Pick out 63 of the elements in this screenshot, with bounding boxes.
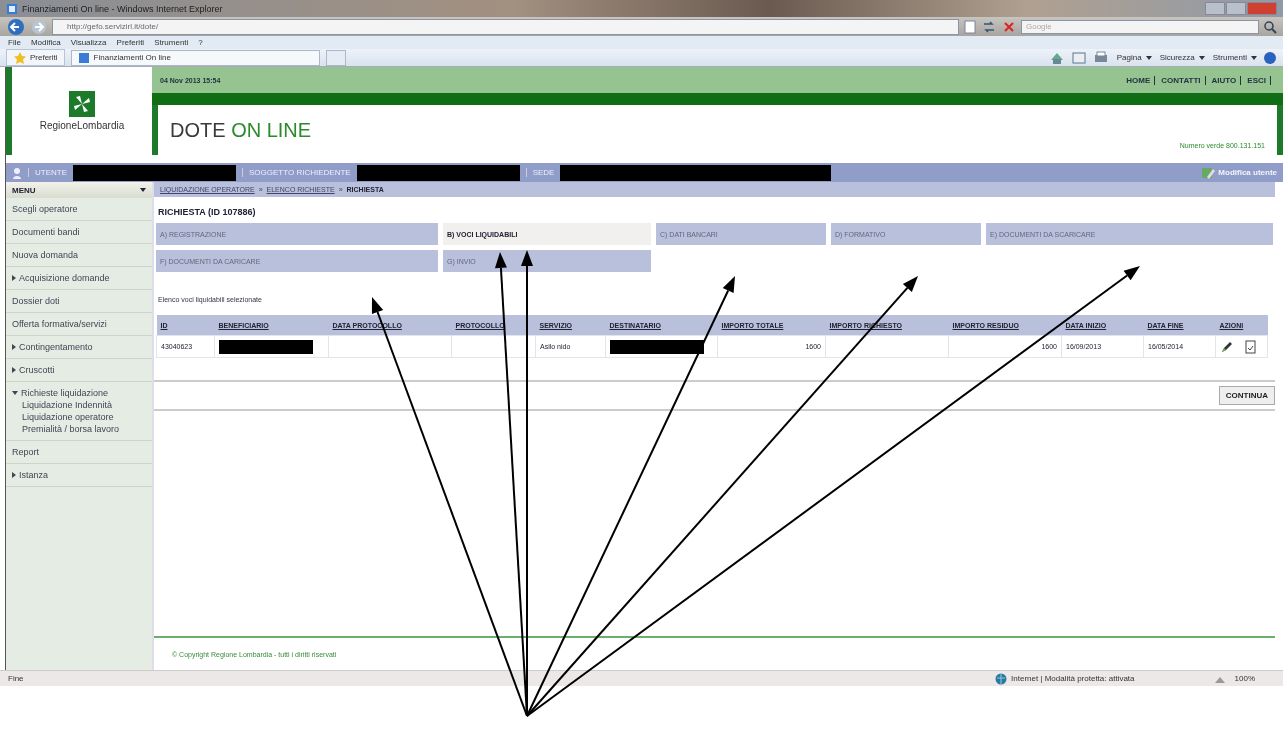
header-link[interactable]: AIUTO (1207, 75, 1242, 85)
star-icon (13, 50, 27, 65)
command-menu[interactable]: Sicurezza (1157, 53, 1197, 62)
edit-user-icon (1201, 165, 1216, 180)
app-title: DOTE ON LINE (170, 118, 312, 142)
ie-icon (6, 2, 18, 15)
pencil-icon[interactable] (1220, 339, 1234, 354)
menu-item[interactable]: Strumenti (154, 38, 189, 47)
caret-icon (1251, 55, 1257, 60)
new-tab-button[interactable] (325, 49, 346, 66)
caret-icon (1198, 55, 1205, 60)
menu-item[interactable]: Istanza (12, 470, 146, 480)
caret-icon (140, 188, 146, 192)
menu-item[interactable]: Nuova domanda (12, 250, 146, 260)
menu-item[interactable]: Richieste liquidazione (12, 388, 146, 398)
menu-item[interactable]: File (8, 38, 21, 47)
caret-icon (1145, 55, 1152, 60)
menu-header[interactable]: MENU (6, 182, 152, 198)
window-title: Finanziamenti On line - Windows Internet Explorer (22, 3, 223, 14)
field-label: SEDE (525, 168, 555, 177)
menu-item[interactable]: Modifica (30, 38, 61, 47)
forward-icon[interactable] (30, 17, 48, 36)
submenu-item[interactable]: Liquidazione Indennità (12, 398, 146, 410)
header-link[interactable]: ESCI (1243, 75, 1271, 85)
refresh-icon[interactable] (981, 18, 997, 35)
field-label: SOGGETTO RICHIEDENTE (242, 168, 351, 177)
zoom-level[interactable]: 100% (1234, 674, 1255, 683)
menu-item[interactable]: Documenti bandi (12, 227, 146, 237)
submenu-item[interactable]: Premialità / borsa lavoro (12, 422, 146, 434)
maximize-button[interactable] (1226, 2, 1246, 15)
document-icon[interactable] (1244, 339, 1257, 354)
menu-item[interactable]: ? (198, 38, 203, 47)
menu-item[interactable]: Visualizza (70, 38, 107, 47)
menu-item[interactable]: Offerta formativa/servizi (12, 319, 146, 329)
submenu-item[interactable]: Liquidazione operatore (12, 410, 146, 422)
header-link[interactable]: HOME (1122, 75, 1156, 85)
search-field[interactable]: Google (1021, 19, 1259, 34)
menu-item[interactable]: Cruscotti (12, 365, 146, 375)
security-zone[interactable]: Internet | Modalità protetta: attivata (995, 672, 1135, 685)
menu-item[interactable]: Scegli operatore (12, 204, 146, 214)
status-text: Fine (8, 674, 24, 683)
favorites-button[interactable]: Preferiti (6, 49, 65, 66)
logo-icon (69, 91, 95, 117)
menu-item[interactable]: Report (12, 447, 146, 457)
search-icon[interactable] (1263, 19, 1277, 34)
menu-item[interactable]: Preferiti (116, 38, 145, 47)
field-label: UTENTE (28, 168, 67, 177)
globe-icon (995, 672, 1008, 685)
back-icon[interactable] (6, 17, 26, 36)
browser-tab[interactable]: Finanziamenti On line (70, 49, 320, 66)
page-title: RICHIESTA (ID 107886) (157, 206, 257, 219)
command-menu[interactable]: Strumenti (1210, 53, 1249, 62)
page-icon (77, 51, 90, 64)
logo-text: RegioneLombardia (39, 120, 125, 131)
continue-button[interactable]: CONTINUA (1218, 386, 1275, 405)
command-menu[interactable]: Pagina (1114, 53, 1144, 62)
menu-item[interactable]: Acquisizione domande (12, 273, 146, 283)
user-icon (12, 166, 22, 179)
address-field[interactable]: http://gefo.servizirl.it/dote/ (52, 18, 959, 35)
minimize-button[interactable] (1205, 2, 1225, 15)
menu-item[interactable]: Dossier doti (12, 296, 146, 306)
header-link[interactable]: CONTATTI (1157, 75, 1206, 85)
menu-item[interactable]: Contingentamento (12, 342, 146, 352)
